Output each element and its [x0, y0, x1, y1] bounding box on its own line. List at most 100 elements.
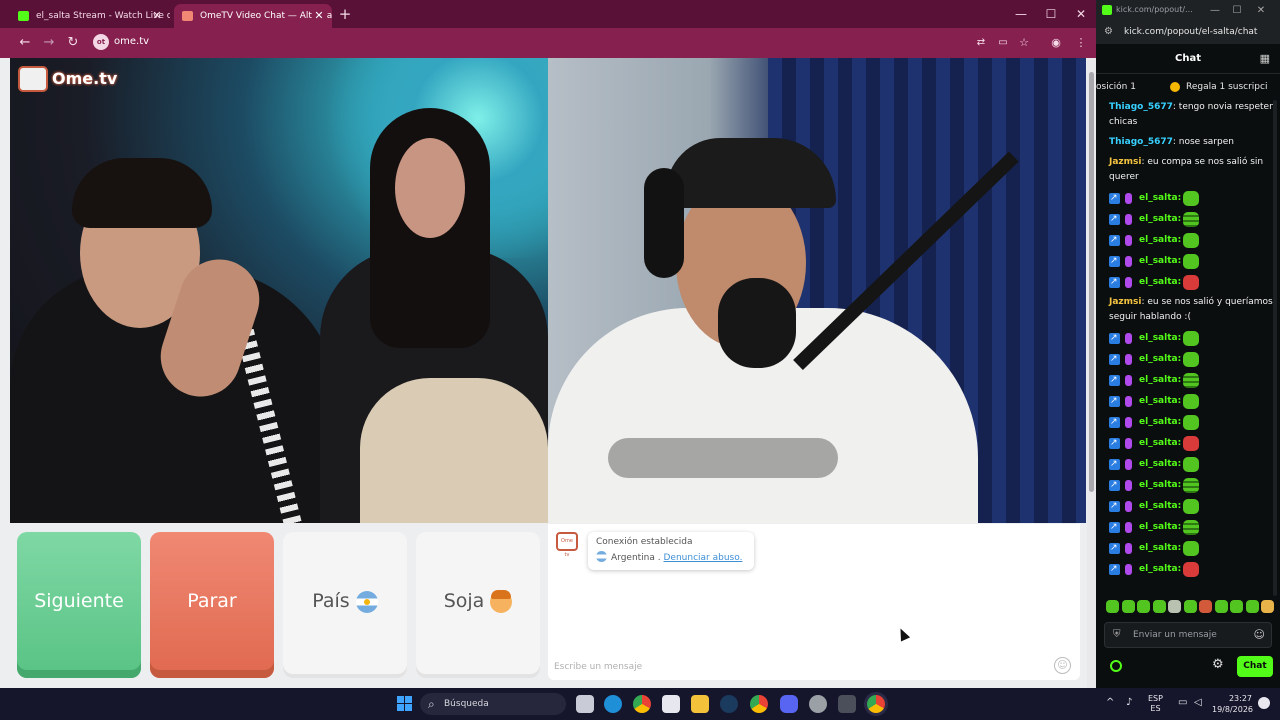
- gift-sub-text[interactable]: Regala 1 suscripci: [1186, 82, 1267, 92]
- gender-button[interactable]: Soja: [416, 532, 540, 678]
- chat-username[interactable]: el_salta:: [1139, 330, 1181, 347]
- taskbar-search[interactable]: Búsqueda: [420, 693, 566, 715]
- tab-kick-stream[interactable]: el_salta Stream - Watch Live on Kick ✕: [10, 4, 170, 28]
- language-indicator[interactable]: ESP ES: [1148, 694, 1163, 714]
- chat-username[interactable]: Jazmsi: [1109, 157, 1141, 167]
- close-window-button[interactable]: ✕: [1250, 1, 1272, 21]
- chrome-icon[interactable]: [633, 695, 651, 713]
- scrollbar-thumb[interactable]: [1089, 72, 1094, 492]
- emoji-icon[interactable]: ☺: [1054, 657, 1071, 674]
- chat-username[interactable]: el_salta:: [1139, 253, 1181, 270]
- chat-username[interactable]: el_salta:: [1139, 561, 1181, 578]
- windows-start-icon[interactable]: [396, 695, 414, 713]
- chat-username[interactable]: el_salta:: [1139, 393, 1181, 410]
- chat-username[interactable]: el_salta:: [1139, 519, 1181, 536]
- volume-icon[interactable]: ◁: [1194, 697, 1202, 708]
- emote-icon[interactable]: [1152, 600, 1166, 613]
- files-icon[interactable]: [691, 695, 709, 713]
- maximize-button[interactable]: ☐: [1226, 1, 1248, 21]
- next-button[interactable]: Siguiente: [17, 532, 141, 678]
- back-button[interactable]: ←: [16, 34, 34, 52]
- chat-username[interactable]: el_salta:: [1139, 498, 1181, 515]
- emote-icon[interactable]: [1230, 600, 1243, 613]
- tray-overflow-icon[interactable]: ^: [1106, 697, 1114, 708]
- message-input[interactable]: [554, 660, 1034, 674]
- date: 19/8/2026: [1212, 705, 1254, 714]
- emote-icon[interactable]: [1245, 600, 1259, 613]
- chat-scrollbar[interactable]: [1273, 100, 1277, 596]
- discord-icon[interactable]: [780, 695, 798, 713]
- cast-icon[interactable]: ▭: [994, 34, 1012, 52]
- profile-icon[interactable]: ◉: [1047, 34, 1065, 52]
- kick-bottom-logo-icon[interactable]: [1110, 660, 1122, 672]
- close-window-button[interactable]: ✕: [1070, 4, 1092, 24]
- chat-username[interactable]: Thiago_5677: [1109, 102, 1173, 112]
- person-right-face: [395, 138, 465, 238]
- chat-username[interactable]: Jazmsi: [1109, 297, 1141, 307]
- country-button[interactable]: País: [283, 532, 407, 678]
- maximize-button[interactable]: ☐: [1040, 4, 1062, 24]
- chat-message: el_salta:: [1109, 232, 1280, 253]
- users-icon[interactable]: ▦: [1260, 52, 1270, 65]
- chat-username[interactable]: el_salta:: [1139, 456, 1181, 473]
- emote-icon[interactable]: [1121, 600, 1135, 613]
- emote-icon[interactable]: [1261, 600, 1274, 613]
- emote-icon[interactable]: [1199, 600, 1212, 613]
- steam-icon[interactable]: [720, 695, 738, 713]
- broadcaster-badge-icon: [1125, 277, 1132, 288]
- emote-icon[interactable]: [1214, 600, 1228, 613]
- star-icon[interactable]: ☆: [1015, 34, 1033, 52]
- address-bar[interactable]: ome.tv: [114, 36, 149, 47]
- chat-message: el_salta:: [1109, 540, 1280, 561]
- emote-icon[interactable]: [1168, 600, 1181, 613]
- site-info-icon[interactable]: ot: [93, 34, 109, 50]
- chat-username[interactable]: el_salta:: [1139, 435, 1181, 452]
- chrome-alt-icon[interactable]: [809, 695, 827, 713]
- chat-username[interactable]: el_salta:: [1139, 351, 1181, 368]
- menu-icon[interactable]: ⋮: [1072, 34, 1090, 52]
- chrome-icon[interactable]: [750, 695, 768, 713]
- close-icon[interactable]: ✕: [150, 4, 164, 28]
- network-icon[interactable]: ▭: [1178, 697, 1187, 708]
- reload-button[interactable]: ↻: [64, 34, 82, 52]
- tab-ometv[interactable]: OmeTV Video Chat — Alternative ✕: [174, 4, 332, 28]
- emote-icon[interactable]: [1183, 600, 1197, 613]
- microphone-icon[interactable]: ♪: [1126, 697, 1132, 708]
- new-tab-button[interactable]: +: [336, 5, 354, 23]
- forward-button[interactable]: →: [40, 34, 58, 52]
- kick-url[interactable]: kick.com/popout/el-salta/chat: [1124, 27, 1257, 37]
- minimize-button[interactable]: —: [1010, 4, 1032, 24]
- minimize-button[interactable]: —: [1204, 1, 1226, 21]
- chat-username[interactable]: el_salta:: [1139, 211, 1181, 228]
- chat-username[interactable]: el_salta:: [1139, 540, 1181, 557]
- chat-message: el_salta:: [1109, 435, 1280, 456]
- store-icon[interactable]: [662, 695, 680, 713]
- chat-message-input[interactable]: [1133, 628, 1253, 642]
- chat-username[interactable]: el_salta:: [1139, 190, 1181, 207]
- explorer-icon[interactable]: [576, 695, 594, 713]
- send-chat-button[interactable]: Chat: [1237, 656, 1273, 677]
- stop-button[interactable]: Parar: [150, 532, 274, 678]
- page-scrollbar[interactable]: [1087, 58, 1096, 688]
- chat-username[interactable]: el_salta:: [1139, 414, 1181, 431]
- emote-icon[interactable]: [1137, 600, 1150, 613]
- chat-username[interactable]: el_salta:: [1139, 372, 1181, 389]
- gear-icon[interactable]: ⚙: [1212, 657, 1224, 672]
- report-abuse-link[interactable]: Denunciar abuso.: [664, 553, 743, 563]
- chat-username[interactable]: el_salta:: [1139, 477, 1181, 494]
- site-settings-icon[interactable]: ⚙: [1104, 26, 1113, 37]
- close-icon[interactable]: ✕: [312, 4, 326, 28]
- calculator-icon[interactable]: [838, 695, 856, 713]
- chat-username[interactable]: el_salta:: [1139, 232, 1181, 249]
- notification-icon[interactable]: [1258, 697, 1270, 709]
- emote-icon[interactable]: [1106, 600, 1119, 613]
- broadcaster-badge-icon: [1125, 543, 1132, 554]
- chat-username[interactable]: el_salta:: [1139, 274, 1181, 291]
- edge-icon[interactable]: [604, 695, 622, 713]
- clock[interactable]: 23:27 19/8/2026: [1212, 693, 1254, 715]
- chat-username[interactable]: Thiago_5677: [1109, 137, 1173, 147]
- chrome-active-icon[interactable]: [867, 695, 885, 713]
- emoji-icon[interactable]: ☺: [1254, 628, 1265, 641]
- chat-message: el_salta:: [1109, 351, 1280, 372]
- translate-icon[interactable]: ⇄: [972, 34, 990, 52]
